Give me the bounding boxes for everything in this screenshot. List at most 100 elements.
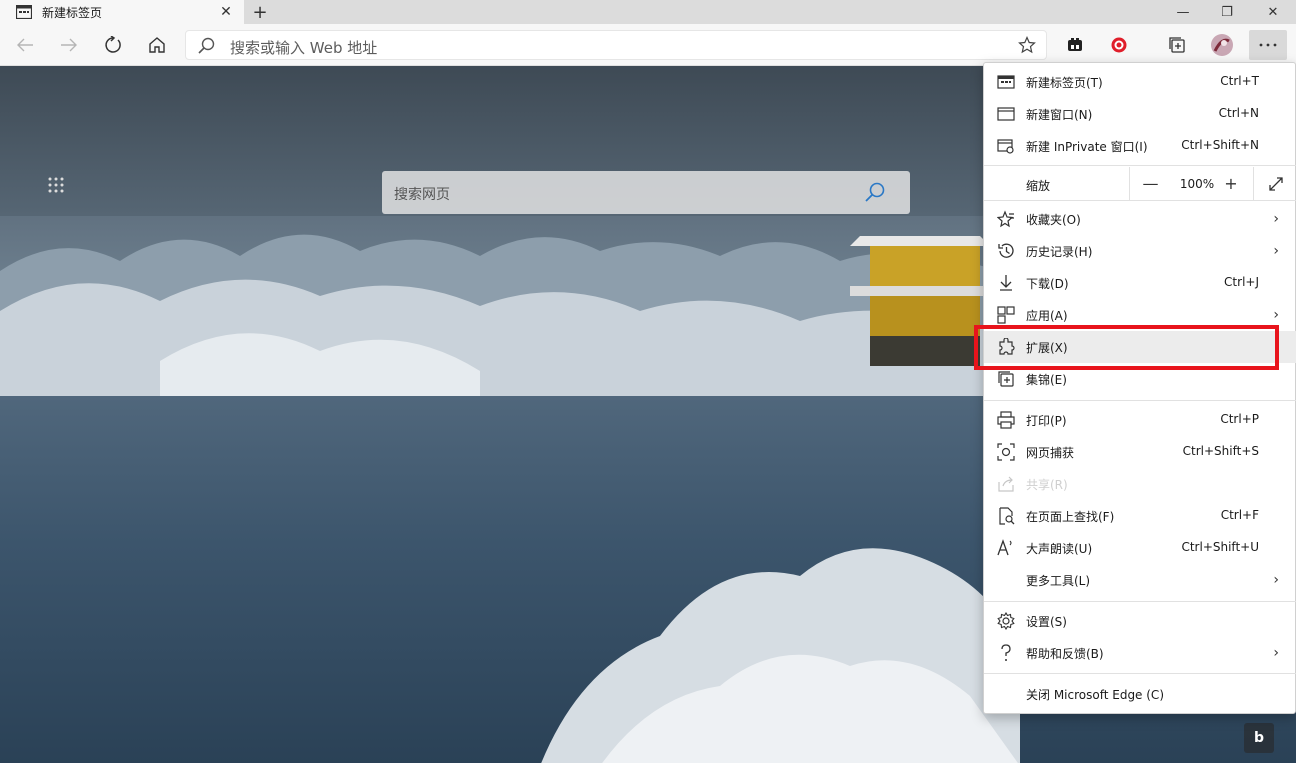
menu-item-more-tools[interactable]: 更多工具(L) › (984, 564, 1296, 596)
background-golden-pavilion (850, 236, 990, 366)
menu-label: 新建窗口(N) (1026, 108, 1093, 122)
menu-label: 新建标签页(T) (1026, 76, 1103, 90)
forward-arrow-icon (61, 38, 77, 52)
tab-close-icon[interactable]: ✕ (218, 4, 234, 20)
inprivate-icon (997, 139, 1014, 154)
forward-button[interactable] (54, 30, 84, 60)
menu-shortcut: Ctrl+P (1220, 412, 1259, 426)
menu-item-print[interactable]: 打印(P) Ctrl+P (984, 404, 1296, 436)
menu-divider (984, 673, 1296, 674)
new-window-icon (997, 107, 1015, 121)
menu-label: 网页捕获 (1026, 446, 1075, 460)
menu-shortcut: Ctrl+Shift+S (1182, 444, 1259, 458)
new-tab-favicon-icon (16, 5, 32, 19)
download-icon (1000, 275, 1012, 291)
menu-item-favorites[interactable]: 收藏夹(O) › (984, 203, 1296, 235)
web-search-box[interactable]: 搜索网页 (382, 171, 910, 214)
address-input[interactable]: 搜索或输入 Web 地址 (230, 37, 377, 58)
share-icon (998, 476, 1014, 492)
background-snow-bushes (541, 548, 1020, 763)
home-button[interactable] (142, 30, 172, 60)
menu-divider (984, 601, 1296, 602)
home-icon (149, 37, 165, 53)
menu-item-help[interactable]: 帮助和反馈(B) › (984, 637, 1296, 669)
search-icon (198, 37, 215, 54)
maximize-button[interactable]: ❐ (1204, 0, 1250, 24)
menu-shortcut: Ctrl+N (1218, 106, 1259, 120)
address-bar[interactable]: 搜索或输入 Web 地址 (185, 30, 1047, 60)
menu-label: 设置(S) (1026, 615, 1067, 629)
refresh-button[interactable] (98, 30, 128, 60)
menu-shortcut: Ctrl+Shift+U (1181, 540, 1259, 554)
read-aloud-icon (997, 539, 1012, 556)
search-icon[interactable] (864, 181, 886, 203)
menu-label: 收藏夹(O) (1026, 213, 1081, 227)
new-tab-button[interactable]: + (250, 2, 270, 23)
browser-toolbar: 搜索或输入 Web 地址 (0, 24, 1296, 66)
highlight-annotation-box (974, 325, 1279, 370)
menu-label: 应用(A) (1026, 309, 1068, 323)
menu-label: 历史记录(H) (1026, 245, 1093, 259)
menu-item-share: 共享(R) (984, 468, 1296, 500)
favorite-star-icon[interactable] (1018, 36, 1036, 54)
apps-icon (997, 306, 1015, 324)
zoom-out-button[interactable]: — (1129, 167, 1171, 200)
web-search-input[interactable]: 搜索网页 (394, 184, 450, 204)
menu-item-find[interactable]: 在页面上查找(F) Ctrl+F (984, 500, 1296, 532)
capture-icon (997, 443, 1015, 461)
minimize-button[interactable]: — (1160, 0, 1206, 24)
collections-button[interactable] (1162, 30, 1192, 60)
menu-item-new-tab[interactable]: 新建标签页(T) Ctrl+T (984, 66, 1296, 98)
zoom-label: 缩放 (1026, 179, 1051, 193)
extension-app-icon (1068, 38, 1082, 51)
chevron-right-icon: › (1273, 243, 1279, 259)
menu-divider (984, 400, 1296, 401)
fullscreen-button[interactable] (1253, 167, 1296, 200)
avatar (1211, 34, 1233, 56)
find-icon (999, 507, 1015, 525)
collections-icon (998, 371, 1014, 387)
chevron-right-icon: › (1273, 307, 1279, 323)
menu-label: 新建 InPrivate 窗口(I) (1026, 140, 1148, 154)
settings-and-more-button[interactable] (1249, 30, 1287, 60)
menu-shortcut: Ctrl+T (1220, 74, 1259, 88)
zoom-row: 缩放 — 100% + (984, 167, 1296, 200)
menu-shortcut: Ctrl+F (1220, 508, 1259, 522)
more-dots-icon (1259, 43, 1277, 47)
profile-button[interactable] (1207, 30, 1237, 60)
record-extension-icon (1111, 37, 1127, 53)
collections-icon (1169, 37, 1185, 53)
menu-label: 打印(P) (1026, 414, 1067, 428)
menu-item-settings[interactable]: 设置(S) (984, 605, 1296, 637)
menu-label: 共享(R) (1026, 478, 1068, 492)
apps-launcher-icon[interactable] (48, 177, 64, 193)
close-window-button[interactable]: ✕ (1250, 0, 1296, 24)
menu-label: 帮助和反馈(B) (1026, 647, 1104, 661)
menu-divider (984, 200, 1296, 201)
back-button[interactable] (10, 30, 40, 60)
zoom-in-button[interactable]: + (1211, 167, 1251, 200)
tab-new-tab[interactable]: 新建标签页 ✕ (0, 0, 244, 24)
menu-item-web-capture[interactable]: 网页捕获 Ctrl+Shift+S (984, 436, 1296, 468)
menu-label: 大声朗读(U) (1026, 542, 1093, 556)
menu-item-new-window[interactable]: 新建窗口(N) Ctrl+N (984, 98, 1296, 130)
back-arrow-icon (17, 38, 33, 52)
menu-item-new-inprivate[interactable]: 新建 InPrivate 窗口(I) Ctrl+Shift+N (984, 130, 1296, 162)
chevron-right-icon: › (1273, 645, 1279, 661)
menu-shortcut: Ctrl+J (1224, 275, 1259, 289)
favorites-icon (997, 210, 1014, 228)
new-tab-icon (997, 75, 1015, 89)
fullscreen-icon (1268, 176, 1283, 191)
extension-button-1[interactable] (1060, 30, 1090, 60)
bing-button[interactable]: b (1244, 723, 1274, 753)
menu-label: 下载(D) (1026, 277, 1069, 291)
menu-item-downloads[interactable]: 下载(D) Ctrl+J (984, 267, 1296, 299)
settings-icon (997, 612, 1015, 630)
menu-item-history[interactable]: 历史记录(H) › (984, 235, 1296, 267)
tab-bar: 新建标签页 ✕ + — ❐ ✕ (0, 0, 1296, 24)
menu-item-close-edge[interactable]: 关闭 Microsoft Edge (C) (984, 678, 1296, 710)
menu-divider (984, 165, 1296, 166)
extension-button-2[interactable] (1104, 30, 1134, 60)
menu-item-read-aloud[interactable]: 大声朗读(U) Ctrl+Shift+U (984, 532, 1296, 564)
chevron-right-icon: › (1273, 572, 1279, 588)
